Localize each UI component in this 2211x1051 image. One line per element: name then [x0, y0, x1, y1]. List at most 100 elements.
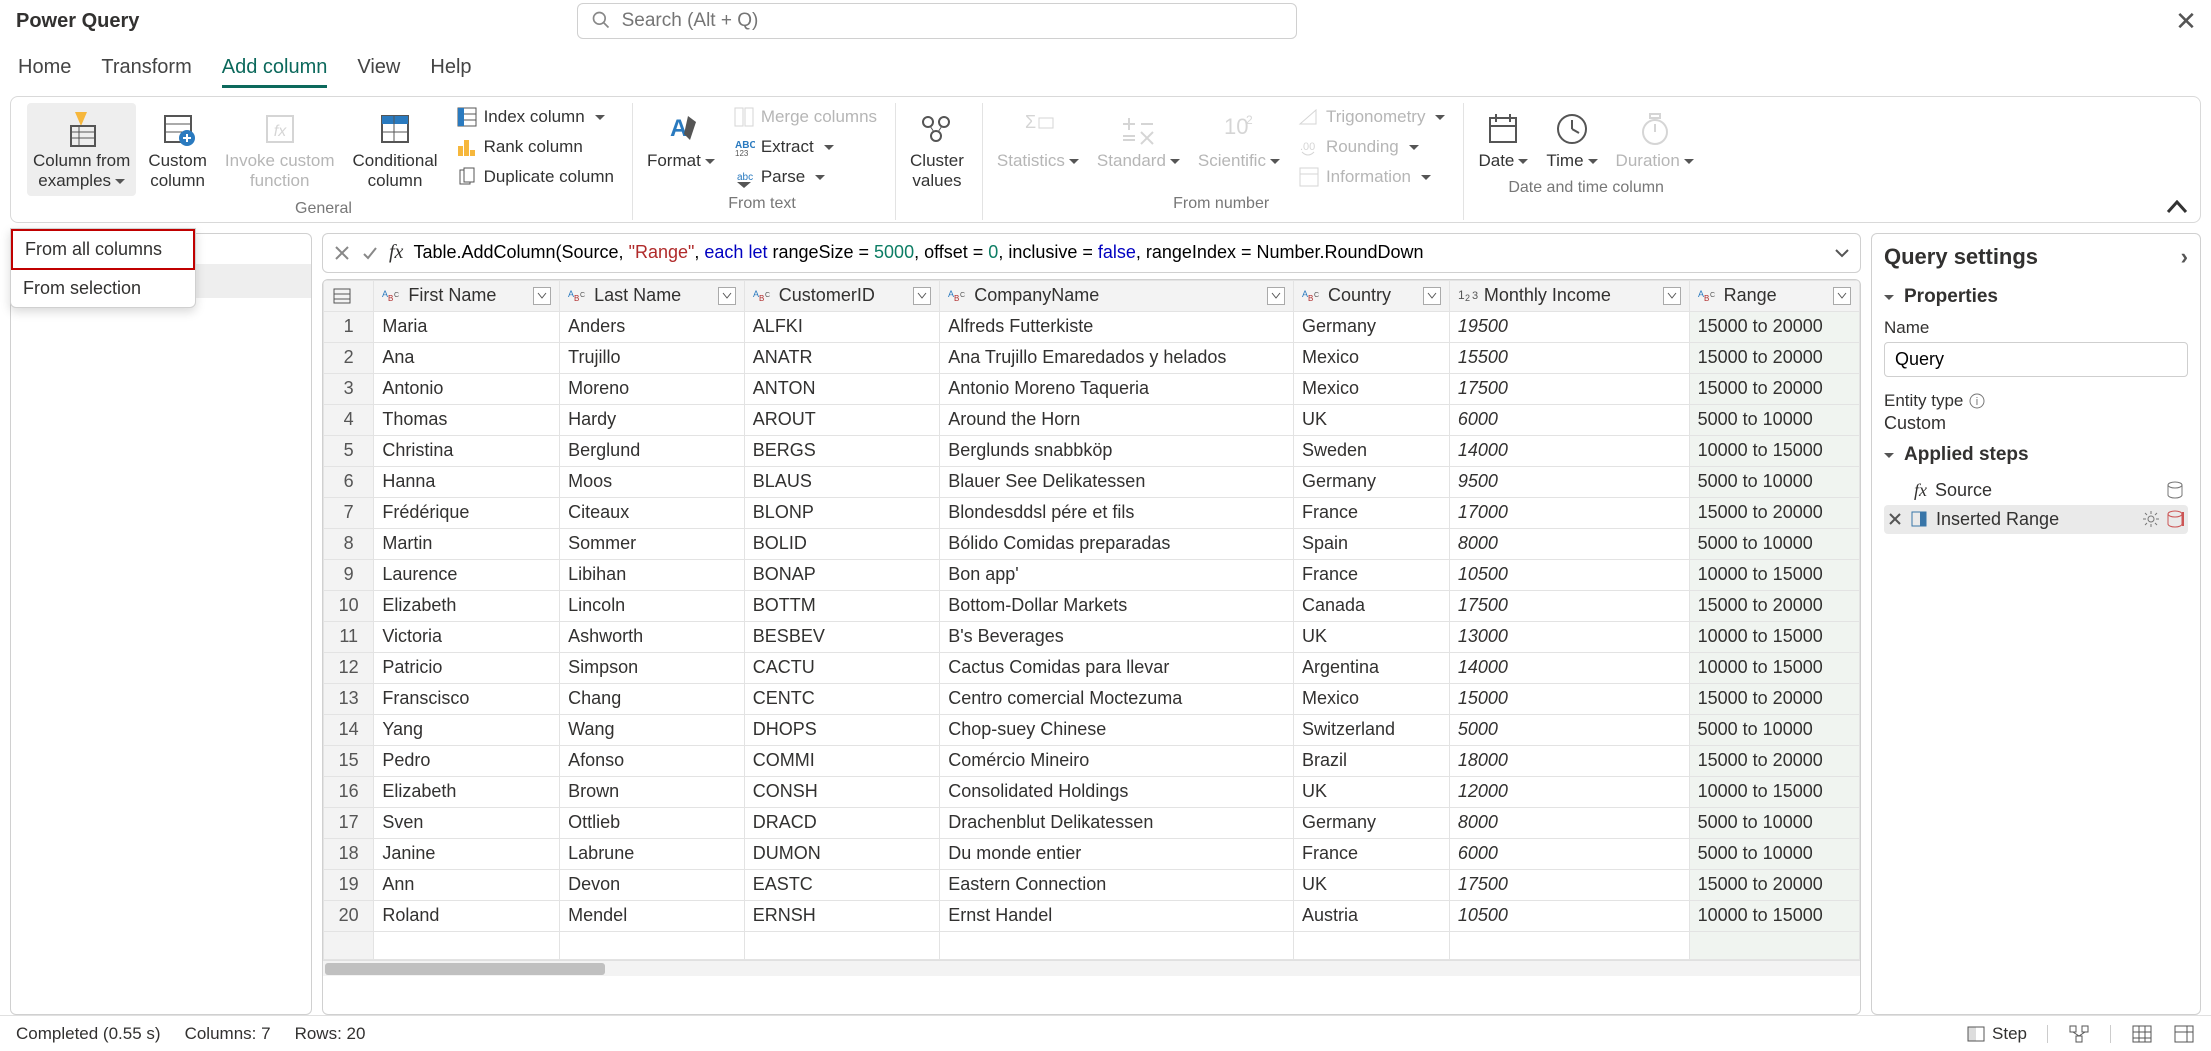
cell[interactable]: 15000 to 20000 [1689, 869, 1859, 900]
filter-button[interactable] [533, 287, 551, 305]
table-row[interactable]: 15PedroAfonsoCOMMIComércio MineiroBrazil… [324, 745, 1860, 776]
cell[interactable]: Laurence [374, 559, 560, 590]
row-number[interactable]: 3 [324, 373, 374, 404]
cell[interactable]: 17500 [1449, 373, 1689, 404]
cell[interactable]: 14000 [1449, 652, 1689, 683]
menu-from-all-columns[interactable]: From all columns [11, 229, 195, 270]
table-row[interactable]: 9LaurenceLibihanBONAPBon app'France10500… [324, 559, 1860, 590]
cell[interactable]: Germany [1294, 466, 1450, 497]
properties-header[interactable]: Properties [1884, 286, 2188, 308]
cell[interactable]: Brown [560, 776, 745, 807]
cell[interactable]: Roland [374, 900, 560, 931]
cell[interactable]: 15000 to 20000 [1689, 745, 1859, 776]
formula-text[interactable]: Table.AddColumn(Source, "Range", each le… [413, 242, 1824, 263]
cell[interactable]: DRACD [744, 807, 939, 838]
cell[interactable]: Elizabeth [374, 590, 560, 621]
cell[interactable]: Patricio [374, 652, 560, 683]
cell[interactable]: BESBEV [744, 621, 939, 652]
tab-add-column[interactable]: Add column [222, 50, 328, 88]
cell[interactable]: 5000 to 10000 [1689, 404, 1859, 435]
scrollbar-thumb[interactable] [325, 963, 605, 975]
tab-home[interactable]: Home [18, 50, 71, 88]
cell[interactable]: Hardy [560, 404, 745, 435]
col-customer-id[interactable]: ABCCustomerID [744, 280, 939, 311]
time-button[interactable]: Time [1540, 103, 1603, 175]
cell[interactable]: Chop-suey Chinese [940, 714, 1294, 745]
cell[interactable]: Bólido Comidas preparadas [940, 528, 1294, 559]
row-number[interactable]: 10 [324, 590, 374, 621]
cell[interactable]: Ann [374, 869, 560, 900]
database-icon[interactable] [2166, 481, 2184, 499]
table-row[interactable]: 19AnnDevonEASTCEastern ConnectionUK17500… [324, 869, 1860, 900]
column-from-examples-button[interactable]: Column from examples [27, 103, 136, 196]
table-row[interactable]: 17SvenOttliebDRACDDrachenblut Delikatess… [324, 807, 1860, 838]
cell[interactable]: 10000 to 15000 [1689, 621, 1859, 652]
row-number[interactable]: 17 [324, 807, 374, 838]
cell[interactable]: Brazil [1294, 745, 1450, 776]
step-nav-button[interactable]: Step [1966, 1024, 2027, 1044]
row-number[interactable]: 19 [324, 869, 374, 900]
applied-steps-header[interactable]: Applied steps [1884, 444, 2188, 466]
cell[interactable]: Labrune [560, 838, 745, 869]
conditional-column-button[interactable]: Conditional column [347, 103, 444, 196]
cell[interactable]: 15000 to 20000 [1689, 373, 1859, 404]
cell[interactable]: Ana Trujillo Emaredados y helados [940, 342, 1294, 373]
cell[interactable]: Sven [374, 807, 560, 838]
cell[interactable]: BLONP [744, 497, 939, 528]
cell[interactable]: Sweden [1294, 435, 1450, 466]
row-number[interactable]: 1 [324, 311, 374, 342]
row-number[interactable]: 9 [324, 559, 374, 590]
cell[interactable]: 15000 to 20000 [1689, 590, 1859, 621]
cell[interactable]: 15500 [1449, 342, 1689, 373]
row-number[interactable]: 2 [324, 342, 374, 373]
filter-button[interactable] [1663, 287, 1681, 305]
cell[interactable]: 5000 to 10000 [1689, 714, 1859, 745]
cell[interactable]: Afonso [560, 745, 745, 776]
cell[interactable]: BERGS [744, 435, 939, 466]
cell[interactable]: Hanna [374, 466, 560, 497]
table-row[interactable]: 5ChristinaBerglundBERGSBerglunds snabbkö… [324, 435, 1860, 466]
gear-icon[interactable] [2142, 510, 2160, 528]
cell[interactable]: Alfreds Futterkiste [940, 311, 1294, 342]
cell[interactable]: Thomas [374, 404, 560, 435]
delete-step-icon[interactable] [1888, 512, 1902, 526]
custom-column-button[interactable]: Custom column [142, 103, 213, 196]
row-number[interactable]: 7 [324, 497, 374, 528]
search-input[interactable] [577, 3, 1297, 39]
cell[interactable]: Frédérique [374, 497, 560, 528]
cell[interactable]: 9500 [1449, 466, 1689, 497]
cell[interactable]: ERNSH [744, 900, 939, 931]
filter-button[interactable] [1423, 287, 1441, 305]
cell[interactable]: 18000 [1449, 745, 1689, 776]
cell[interactable]: Centro comercial Moctezuma [940, 683, 1294, 714]
table-row[interactable]: 18JanineLabruneDUMONDu monde entierFranc… [324, 838, 1860, 869]
cell[interactable]: France [1294, 559, 1450, 590]
cell[interactable]: Mendel [560, 900, 745, 931]
table-row[interactable]: 12PatricioSimpsonCACTUCactus Comidas par… [324, 652, 1860, 683]
data-grid[interactable]: ABCFirst Name ABCLast Name ABCCustomerID… [322, 279, 1861, 1015]
cell[interactable]: Spain [1294, 528, 1450, 559]
filter-button[interactable] [1833, 287, 1851, 305]
cell[interactable]: 8000 [1449, 807, 1689, 838]
row-header-corner[interactable] [324, 280, 374, 311]
cell[interactable]: Around the Horn [940, 404, 1294, 435]
cell[interactable]: Ashworth [560, 621, 745, 652]
cell[interactable]: UK [1294, 404, 1450, 435]
cell[interactable]: 8000 [1449, 528, 1689, 559]
cell[interactable]: Janine [374, 838, 560, 869]
cell[interactable]: Anders [560, 311, 745, 342]
cell[interactable]: Bottom-Dollar Markets [940, 590, 1294, 621]
cell[interactable]: Libihan [560, 559, 745, 590]
cell[interactable]: B's Beverages [940, 621, 1294, 652]
cell[interactable]: CENTC [744, 683, 939, 714]
cell[interactable]: Yang [374, 714, 560, 745]
duplicate-column-button[interactable]: Duplicate column [450, 163, 620, 191]
table-row[interactable]: 1MariaAndersALFKIAlfreds FutterkisteGerm… [324, 311, 1860, 342]
cell[interactable]: Wang [560, 714, 745, 745]
tab-view[interactable]: View [357, 50, 400, 88]
table-row[interactable]: 16ElizabethBrownCONSHConsolidated Holdin… [324, 776, 1860, 807]
cell[interactable]: Consolidated Holdings [940, 776, 1294, 807]
cell[interactable]: COMMI [744, 745, 939, 776]
cell[interactable]: Victoria [374, 621, 560, 652]
cell[interactable]: France [1294, 838, 1450, 869]
